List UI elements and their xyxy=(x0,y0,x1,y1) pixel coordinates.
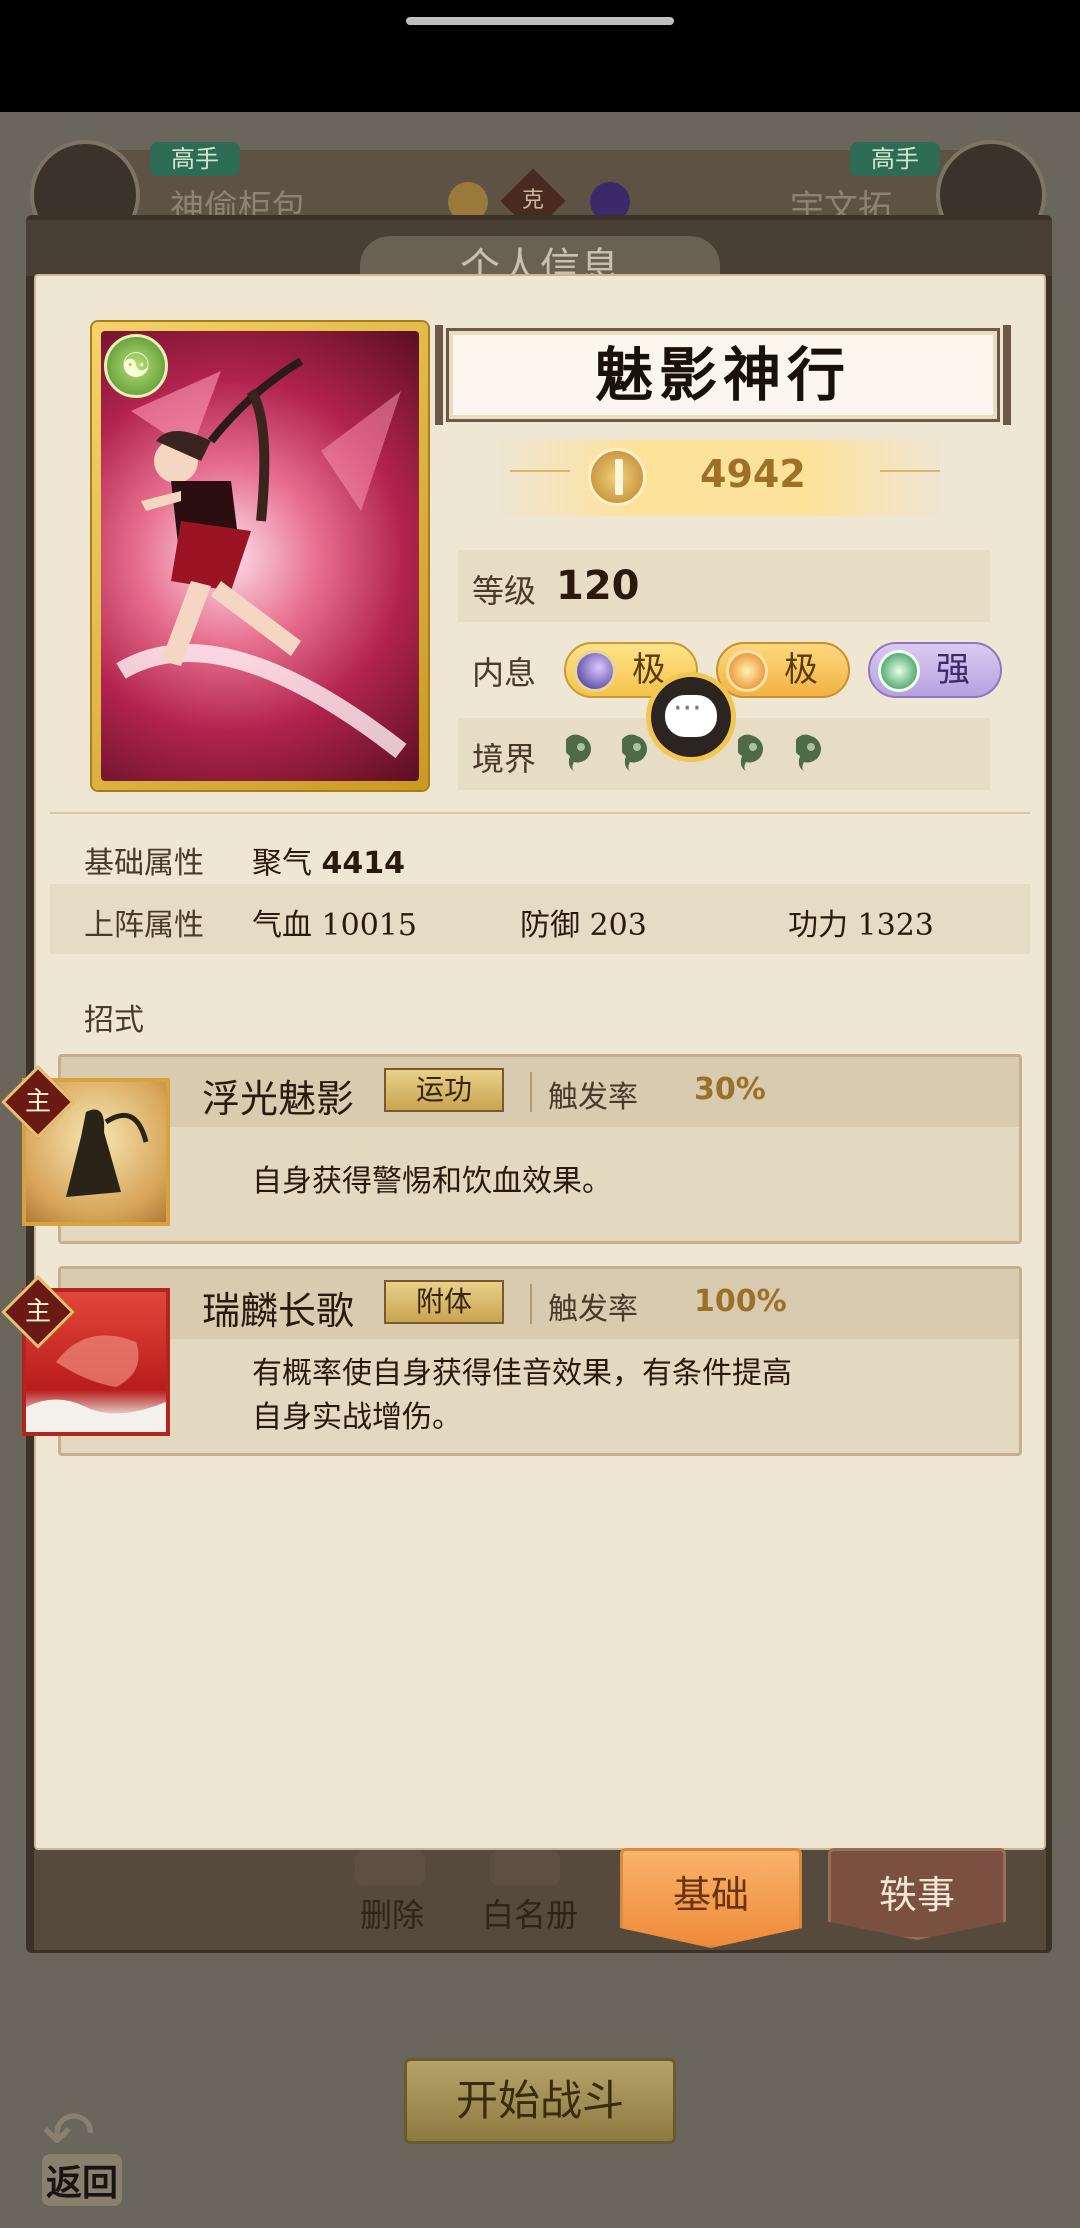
trigger-rate-value: 100% xyxy=(694,1284,787,1319)
magatama-icon xyxy=(622,734,647,772)
ornament-left xyxy=(510,470,570,482)
move-description: 有概率使自身获得佳音效果，有条件提高 自身实战增伤。 xyxy=(252,1356,792,1435)
move-description: 自身获得警惕和饮血效果。 xyxy=(252,1164,612,1199)
inner-label: 内息 xyxy=(472,654,537,692)
level-label: 等级 xyxy=(472,572,537,610)
magatama-icon xyxy=(796,734,821,772)
inner-sun-grade[interactable]: 极 xyxy=(716,642,850,698)
ornament-right xyxy=(880,470,940,482)
delete-button[interactable]: 删除 xyxy=(360,1890,424,1936)
hp-value: 10015 xyxy=(321,908,417,943)
attack-value: 1323 xyxy=(857,908,934,943)
move-type-badge: 附体 xyxy=(384,1280,504,1324)
defense-value: 203 xyxy=(589,908,647,943)
battle-attribute-label: 上阵属性 xyxy=(84,908,204,943)
move-type-badge: 运功 xyxy=(384,1068,504,1112)
combat-power-value: 4942 xyxy=(700,452,806,496)
moves-section-label: 招式 xyxy=(84,1003,144,1038)
trigger-rate-label: 触发率 xyxy=(548,1080,638,1115)
separator xyxy=(530,1072,532,1112)
tab-basic[interactable]: 基础 xyxy=(620,1848,802,1948)
tab-story[interactable]: 轶事 xyxy=(828,1848,1006,1940)
magatama-icon xyxy=(738,734,763,772)
hero-name-plate: 魅影神行 xyxy=(435,325,1011,425)
jade-orb-icon xyxy=(878,650,920,692)
trigger-rate-value: 30% xyxy=(694,1072,766,1107)
magatama-icon xyxy=(566,734,591,772)
left-rank-badge: 高手 xyxy=(150,142,240,176)
hero-portrait xyxy=(101,331,419,781)
ellipsis-icon xyxy=(665,691,717,737)
sword-power-icon xyxy=(588,448,646,506)
base-stat: 聚气 4414 xyxy=(252,846,406,881)
book-icon xyxy=(490,1850,560,1886)
moon-orb-icon xyxy=(574,650,616,692)
sun-orb-icon xyxy=(726,650,768,692)
status-bar xyxy=(0,0,1080,112)
attack-stat: 功力 1323 xyxy=(788,908,934,943)
right-rank-badge: 高手 xyxy=(850,142,940,176)
hero-name: 魅影神行 xyxy=(594,341,851,409)
hp-stat: 气血 10015 xyxy=(252,908,417,943)
move-name: 瑞麟长歌 xyxy=(202,1289,355,1333)
realm-label: 境界 xyxy=(472,740,537,778)
whitelist-button[interactable]: 白名册 xyxy=(482,1890,578,1936)
start-battle-button[interactable]: 开始战斗 xyxy=(404,2058,676,2144)
level-value: 120 xyxy=(556,563,640,609)
back-label: 返回 xyxy=(42,2154,123,2206)
trigger-rate-label: 触发率 xyxy=(548,1292,638,1327)
notch-indicator xyxy=(406,17,674,25)
separator xyxy=(530,1284,532,1324)
defense-stat: 防御 203 xyxy=(520,908,647,943)
move-name: 浮光魅影 xyxy=(202,1077,355,1121)
base-stat-value: 4414 xyxy=(321,846,406,881)
trash-icon xyxy=(355,1850,425,1886)
section-divider xyxy=(50,812,1030,814)
hero-illustration xyxy=(116,357,407,759)
back-button[interactable]: ↶ 返回 xyxy=(34,2098,144,2206)
level-row xyxy=(458,550,990,622)
inner-jade-grade[interactable]: 强 xyxy=(868,642,1002,698)
element-badge-icon: ☯ xyxy=(104,334,168,398)
chat-bubble-button[interactable] xyxy=(646,672,736,762)
base-attribute-label: 基础属性 xyxy=(84,846,204,881)
